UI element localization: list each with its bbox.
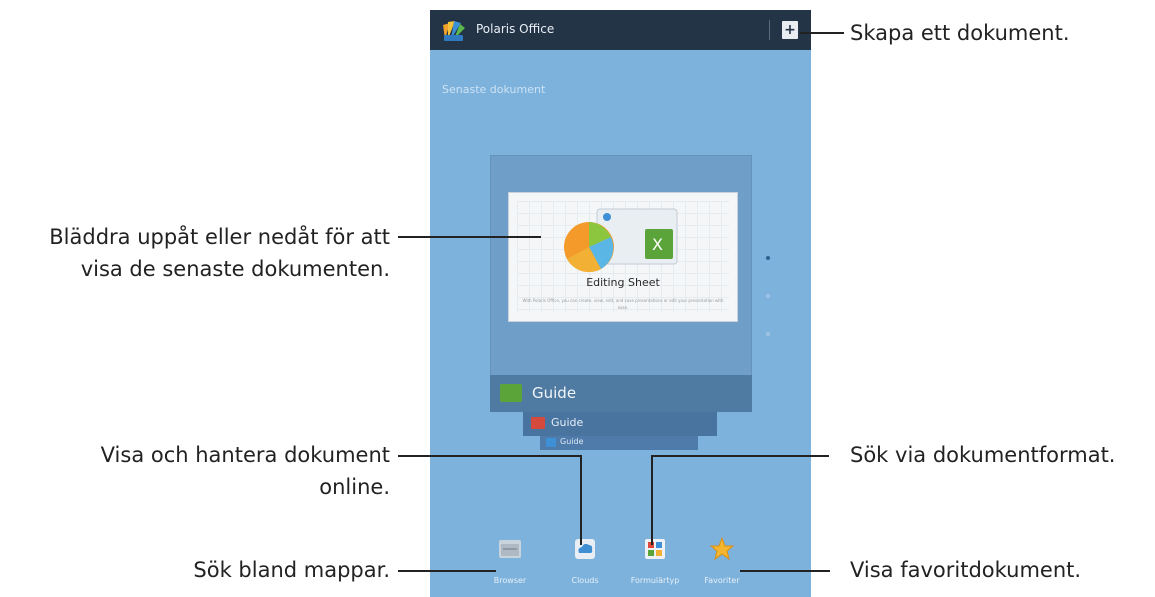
toolbar-label: Clouds bbox=[571, 576, 599, 585]
bottom-toolbar: Browser Clouds Formulärtyp Favoriter bbox=[430, 530, 811, 597]
cloud-icon bbox=[575, 539, 595, 559]
document-preview[interactable]: X Editing Sheet With Polaris Office, you… bbox=[508, 192, 738, 322]
document-icon bbox=[546, 438, 556, 447]
form-type-button[interactable]: Formulärtyp bbox=[625, 530, 685, 597]
callout-line bbox=[398, 236, 541, 238]
presentation-icon bbox=[531, 417, 545, 429]
scroll-indicator-dot bbox=[766, 256, 770, 260]
phone-screen: Polaris Office + Senaste dokument X Edit… bbox=[430, 10, 811, 597]
callout-online-line1: Visa och hantera dokument bbox=[100, 443, 390, 467]
recent-item-label: Guide bbox=[551, 416, 584, 429]
favorites-button[interactable]: Favoriter bbox=[692, 530, 752, 597]
browser-button[interactable]: Browser bbox=[480, 530, 540, 597]
toolbar-label: Formulärtyp bbox=[630, 576, 680, 585]
recent-item-label: Guide bbox=[560, 437, 584, 446]
recent-item[interactable]: Guide bbox=[540, 436, 698, 450]
form-type-icon bbox=[645, 539, 665, 559]
callout-line bbox=[651, 455, 829, 457]
callout-line bbox=[580, 455, 582, 545]
recent-item[interactable]: Guide bbox=[523, 412, 717, 436]
callout-line bbox=[651, 455, 653, 545]
clouds-button[interactable]: Clouds bbox=[555, 530, 615, 597]
app-title-bar: Polaris Office + bbox=[430, 10, 811, 50]
create-document-button[interactable]: + bbox=[782, 21, 798, 39]
preview-title: Editing Sheet bbox=[586, 276, 660, 289]
callout-browse-line2: visa de senaste dokumenten. bbox=[80, 257, 390, 281]
callout-online-line2: online. bbox=[319, 475, 390, 499]
recent-item-label: Guide bbox=[532, 384, 577, 402]
callout-line bbox=[740, 570, 830, 572]
spreadsheet-icon bbox=[500, 384, 522, 402]
toolbar-label: Favoriter bbox=[704, 576, 740, 585]
svg-text:X: X bbox=[652, 235, 663, 254]
scroll-indicator-dot bbox=[766, 332, 770, 336]
callout-format: Sök via dokumentformat. bbox=[850, 443, 1116, 467]
preview-description: With Polaris Office, you can create, vie… bbox=[522, 298, 724, 310]
app-title: Polaris Office bbox=[476, 22, 555, 36]
folder-icon bbox=[499, 540, 521, 558]
callout-folders: Sök bland mappar. bbox=[193, 558, 390, 582]
callout-create-document: Skapa ett dokument. bbox=[850, 21, 1070, 45]
callout-browse-line1: Bläddra uppåt eller nedåt för att bbox=[49, 225, 390, 249]
polaris-logo-icon bbox=[443, 21, 465, 41]
star-icon bbox=[709, 536, 735, 561]
scroll-indicator-dot bbox=[766, 294, 770, 298]
callout-line bbox=[398, 570, 496, 572]
recent-item[interactable]: Guide bbox=[490, 375, 752, 412]
divider bbox=[769, 20, 770, 40]
recent-documents-heading: Senaste dokument bbox=[442, 83, 546, 96]
toolbar-label: Browser bbox=[493, 576, 527, 585]
callout-line bbox=[398, 455, 582, 457]
callout-favorites: Visa favoritdokument. bbox=[850, 558, 1082, 582]
callout-line bbox=[800, 32, 844, 34]
preview-illustration-icon: X bbox=[564, 208, 678, 273]
